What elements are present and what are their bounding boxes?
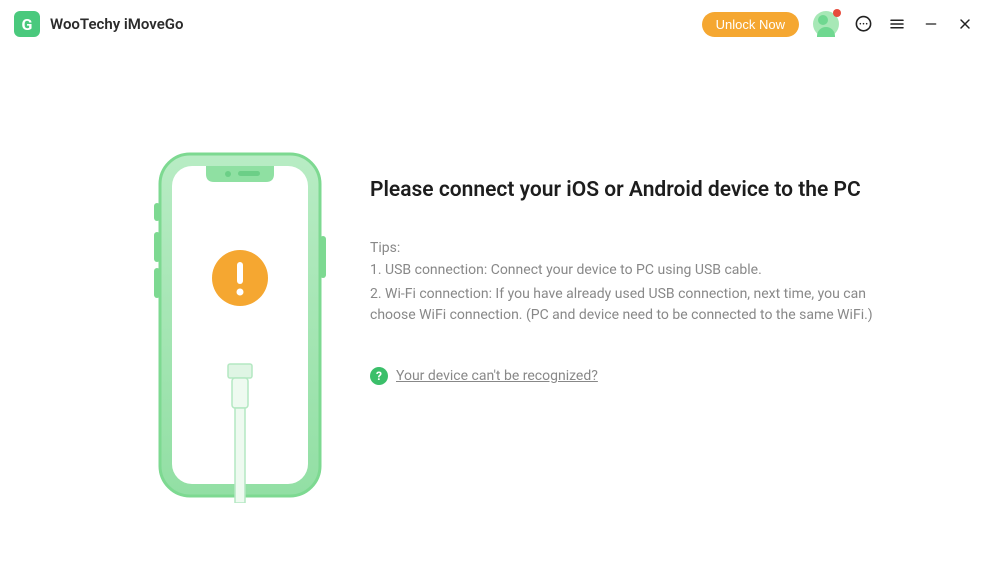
- instruction-panel: Please connect your iOS or Android devic…: [370, 148, 909, 507]
- help-row: ? Your device can't be recognized?: [370, 367, 909, 385]
- titlebar: G WooTechy iMoveGo Unlock Now: [0, 0, 989, 48]
- main-content: Please connect your iOS or Android devic…: [0, 48, 989, 507]
- app-title: WooTechy iMoveGo: [50, 15, 184, 33]
- minimize-button[interactable]: [921, 14, 941, 34]
- question-mark-icon: ?: [370, 367, 388, 385]
- unlock-now-button[interactable]: Unlock Now: [702, 12, 799, 37]
- account-avatar[interactable]: [813, 11, 839, 37]
- feedback-icon[interactable]: [853, 14, 873, 34]
- device-not-recognized-link[interactable]: Your device can't be recognized?: [396, 368, 598, 384]
- menu-icon[interactable]: [887, 14, 907, 34]
- tip-wifi: 2. Wi-Fi connection: If you have already…: [370, 284, 909, 327]
- notification-dot-icon: [833, 9, 841, 17]
- titlebar-left: G WooTechy iMoveGo: [14, 11, 184, 37]
- tip-usb: 1. USB connection: Connect your device t…: [370, 260, 909, 282]
- page-heading: Please connect your iOS or Android devic…: [370, 178, 909, 202]
- device-illustration: [150, 148, 330, 507]
- app-logo-icon: G: [14, 11, 40, 37]
- tips-label: Tips:: [370, 240, 909, 256]
- titlebar-right: Unlock Now: [702, 11, 975, 37]
- close-button[interactable]: [955, 14, 975, 34]
